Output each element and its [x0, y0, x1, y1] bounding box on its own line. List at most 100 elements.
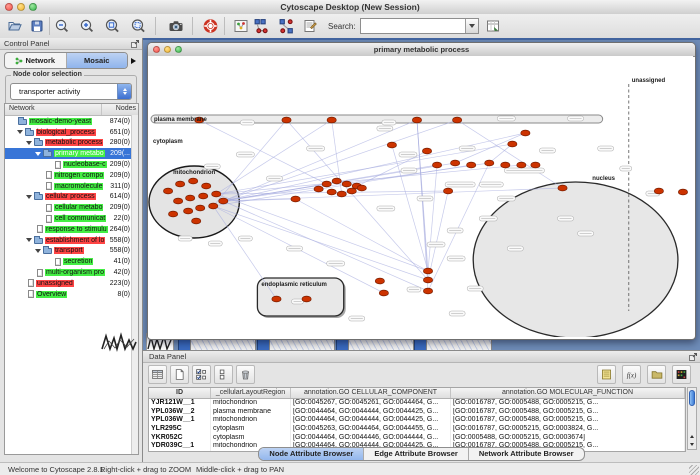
column-header[interactable]: annotation.GO CELLULAR_COMPONENT [291, 388, 451, 398]
disclosure-triangle-icon[interactable] [35, 249, 41, 253]
tree-row[interactable]: nitrogen compo209(0) [5, 170, 138, 181]
tree-row[interactable]: cellular metabo209(0) [5, 202, 138, 213]
zoom-in-button[interactable] [79, 16, 95, 36]
table-row[interactable]: YPL036W__1mitochondrion[GO:0044464, GO:0… [149, 416, 685, 425]
create-attribute-button[interactable] [170, 365, 189, 384]
network-node[interactable] [423, 268, 432, 274]
network-node[interactable] [168, 211, 177, 217]
tree-row[interactable]: macromolecule311(0) [5, 181, 138, 192]
tree-row[interactable]: nucleobase-c209(0) [5, 159, 138, 170]
network-node[interactable] [379, 290, 388, 296]
zoom-selected-button[interactable] [130, 16, 147, 36]
tab-network-attribute-browser[interactable]: Network Attribute Browser [469, 448, 584, 460]
tree-row[interactable]: cell communicat22(0) [5, 213, 138, 224]
tree-scrollbar[interactable] [131, 115, 138, 454]
search-input[interactable] [361, 20, 465, 32]
network-node[interactable] [327, 189, 336, 195]
tree-row[interactable]: response to stimulu264(0) [5, 224, 138, 235]
node-color-select[interactable]: transporter activity [10, 83, 132, 100]
network-node[interactable] [357, 185, 366, 191]
network-node[interactable] [443, 188, 452, 194]
tab-edge-attribute-browser[interactable]: Edge Attribute Browser [364, 448, 468, 460]
network-node[interactable] [508, 141, 517, 147]
network-node[interactable] [322, 181, 331, 187]
disclosure-triangle-icon[interactable] [26, 238, 32, 242]
table-row[interactable]: YJR121W__1mitochondrion[GO:0045267, GO:0… [149, 399, 685, 408]
network-node[interactable] [432, 162, 441, 168]
attribute-matrix-button[interactable] [672, 365, 691, 384]
network-node[interactable] [342, 181, 351, 187]
network-node[interactable] [337, 191, 346, 197]
tree-row[interactable]: biological_process651(0) [5, 127, 138, 138]
float-panel-button[interactable] [131, 40, 139, 50]
network-node[interactable] [192, 218, 201, 224]
network-node[interactable] [387, 142, 396, 148]
network-node[interactable] [212, 191, 221, 197]
tree-row[interactable]: transport558(0) [5, 246, 138, 257]
network-node[interactable] [521, 130, 530, 136]
resize-grip[interactable] [689, 465, 699, 475]
snapshot-button[interactable] [166, 16, 186, 36]
column-header[interactable]: ID [149, 388, 211, 398]
scroll-up-button[interactable] [688, 432, 696, 440]
tree-row[interactable]: cellular process614(0) [5, 192, 138, 203]
network-node[interactable] [422, 148, 431, 154]
tree-row[interactable]: multi-organism pro42(0) [5, 267, 138, 278]
import-table-button[interactable] [485, 16, 501, 36]
tab-mosaic[interactable]: Mosaic [67, 53, 128, 68]
network-node[interactable] [291, 196, 300, 202]
disclosure-triangle-icon[interactable] [26, 141, 32, 145]
table-row[interactable]: YKR052Ccytoplasm[GO:0044464, GO:0044446,… [149, 434, 685, 443]
network-node[interactable] [654, 188, 663, 194]
table-row[interactable]: YLR295Ccytoplasm[GO:0045263, GO:0044464,… [149, 425, 685, 434]
network-node[interactable] [314, 186, 323, 192]
table-scrollbar[interactable] [687, 387, 697, 450]
zoom-fit-button[interactable] [104, 16, 121, 36]
network-node[interactable] [332, 178, 341, 184]
attribute-table-button[interactable] [148, 365, 167, 384]
network-node[interactable] [501, 162, 510, 168]
network-node[interactable] [412, 117, 421, 123]
save-button[interactable] [29, 16, 45, 36]
help-button[interactable] [202, 16, 219, 36]
layout-attribute-1-button[interactable] [253, 16, 271, 36]
unselect-attributes-button[interactable] [214, 365, 233, 384]
network-node[interactable] [678, 189, 687, 195]
open-attributes-button[interactable] [647, 365, 666, 384]
network-node[interactable] [186, 195, 195, 201]
network-node[interactable] [327, 117, 336, 123]
network-node[interactable] [176, 181, 185, 187]
network-node[interactable] [163, 188, 172, 194]
network-overview-button[interactable] [233, 16, 249, 36]
tree-row[interactable]: secretion41(0) [5, 256, 138, 267]
network-node[interactable] [423, 288, 432, 294]
function-builder-button[interactable]: f(x) [622, 365, 641, 384]
network-node[interactable] [199, 193, 208, 199]
column-header[interactable]: _cellularLayoutRegion [211, 388, 291, 398]
select-attributes-button[interactable] [192, 365, 211, 384]
network-node[interactable] [272, 296, 281, 302]
disclosure-triangle-icon[interactable] [35, 152, 41, 156]
float-panel-button[interactable] [689, 353, 697, 363]
tree-row[interactable]: establishment of lo558(0) [5, 235, 138, 246]
network-node[interactable] [517, 162, 526, 168]
tree-row[interactable]: Overview8(0) [5, 289, 138, 300]
network-node[interactable] [531, 162, 540, 168]
network-node[interactable] [302, 296, 311, 302]
network-node[interactable] [451, 160, 460, 166]
network-node[interactable] [219, 198, 228, 204]
tab-overflow-button[interactable] [128, 53, 138, 68]
network-node[interactable] [453, 117, 462, 123]
tree-row[interactable]: unassigned223(0) [5, 278, 138, 289]
network-node[interactable] [184, 208, 193, 214]
layout-attribute-2-button[interactable] [278, 16, 296, 36]
table-row[interactable]: YPL036W__2plasma membrane[GO:0044464, GO… [149, 408, 685, 417]
search-options-button[interactable] [465, 19, 478, 33]
network-node[interactable] [209, 203, 218, 209]
network-node[interactable] [202, 183, 211, 189]
network-node[interactable] [467, 162, 476, 168]
network-node[interactable] [423, 277, 432, 283]
network-node[interactable] [558, 185, 567, 191]
network-node[interactable] [196, 205, 205, 211]
network-node[interactable] [485, 160, 494, 166]
